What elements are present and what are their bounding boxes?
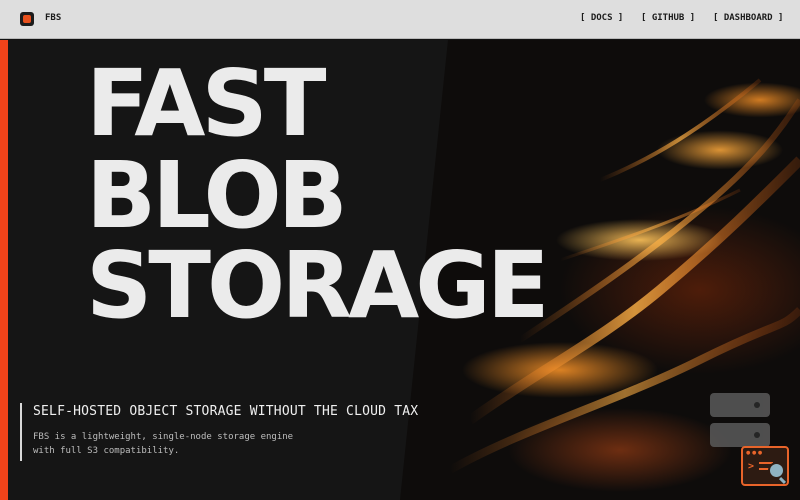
- fbs-logo-icon[interactable]: [20, 12, 34, 26]
- accent-bar: [0, 40, 8, 500]
- brand-name[interactable]: FBS: [45, 13, 61, 23]
- headline-line-1: FAST: [86, 50, 327, 157]
- magnifier-icon: [768, 462, 785, 479]
- headline-line-2: BLOB: [86, 142, 348, 249]
- tagline: SELF-HOSTED OBJECT STORAGE WITHOUT THE C…: [33, 404, 419, 419]
- nav-link-dashboard[interactable]: [ DASHBOARD ]: [713, 13, 783, 23]
- magnifier-handle: [778, 476, 787, 485]
- hero-section: FAST BLOB STORAGE SELF-HOSTED OBJECT STO…: [0, 40, 800, 500]
- description: FBS is a lightweight, single-node storag…: [33, 430, 418, 458]
- top-nav-bar: FBS [ DOCS ] [ GITHUB ] [ DASHBOARD ]: [0, 0, 800, 39]
- description-line-1: FBS is a lightweight, single-node storag…: [33, 432, 294, 442]
- description-line-2: with full S3 compatibility.: [33, 446, 180, 456]
- prompt-icon: >: [748, 461, 755, 472]
- terminal-search-icon[interactable]: ● ● ● >: [741, 446, 789, 486]
- headline-line-3: STORAGE: [86, 232, 550, 339]
- server-led: [754, 432, 760, 438]
- server-led: [754, 402, 760, 408]
- tagline-block: SELF-HOSTED OBJECT STORAGE WITHOUT THE C…: [20, 403, 418, 461]
- nav-link-docs[interactable]: [ DOCS ]: [580, 13, 623, 23]
- nav-link-github[interactable]: [ GITHUB ]: [641, 13, 695, 23]
- window-dots-icon: ● ● ●: [746, 450, 763, 456]
- server-unit: [710, 393, 770, 417]
- server-unit: [710, 423, 770, 447]
